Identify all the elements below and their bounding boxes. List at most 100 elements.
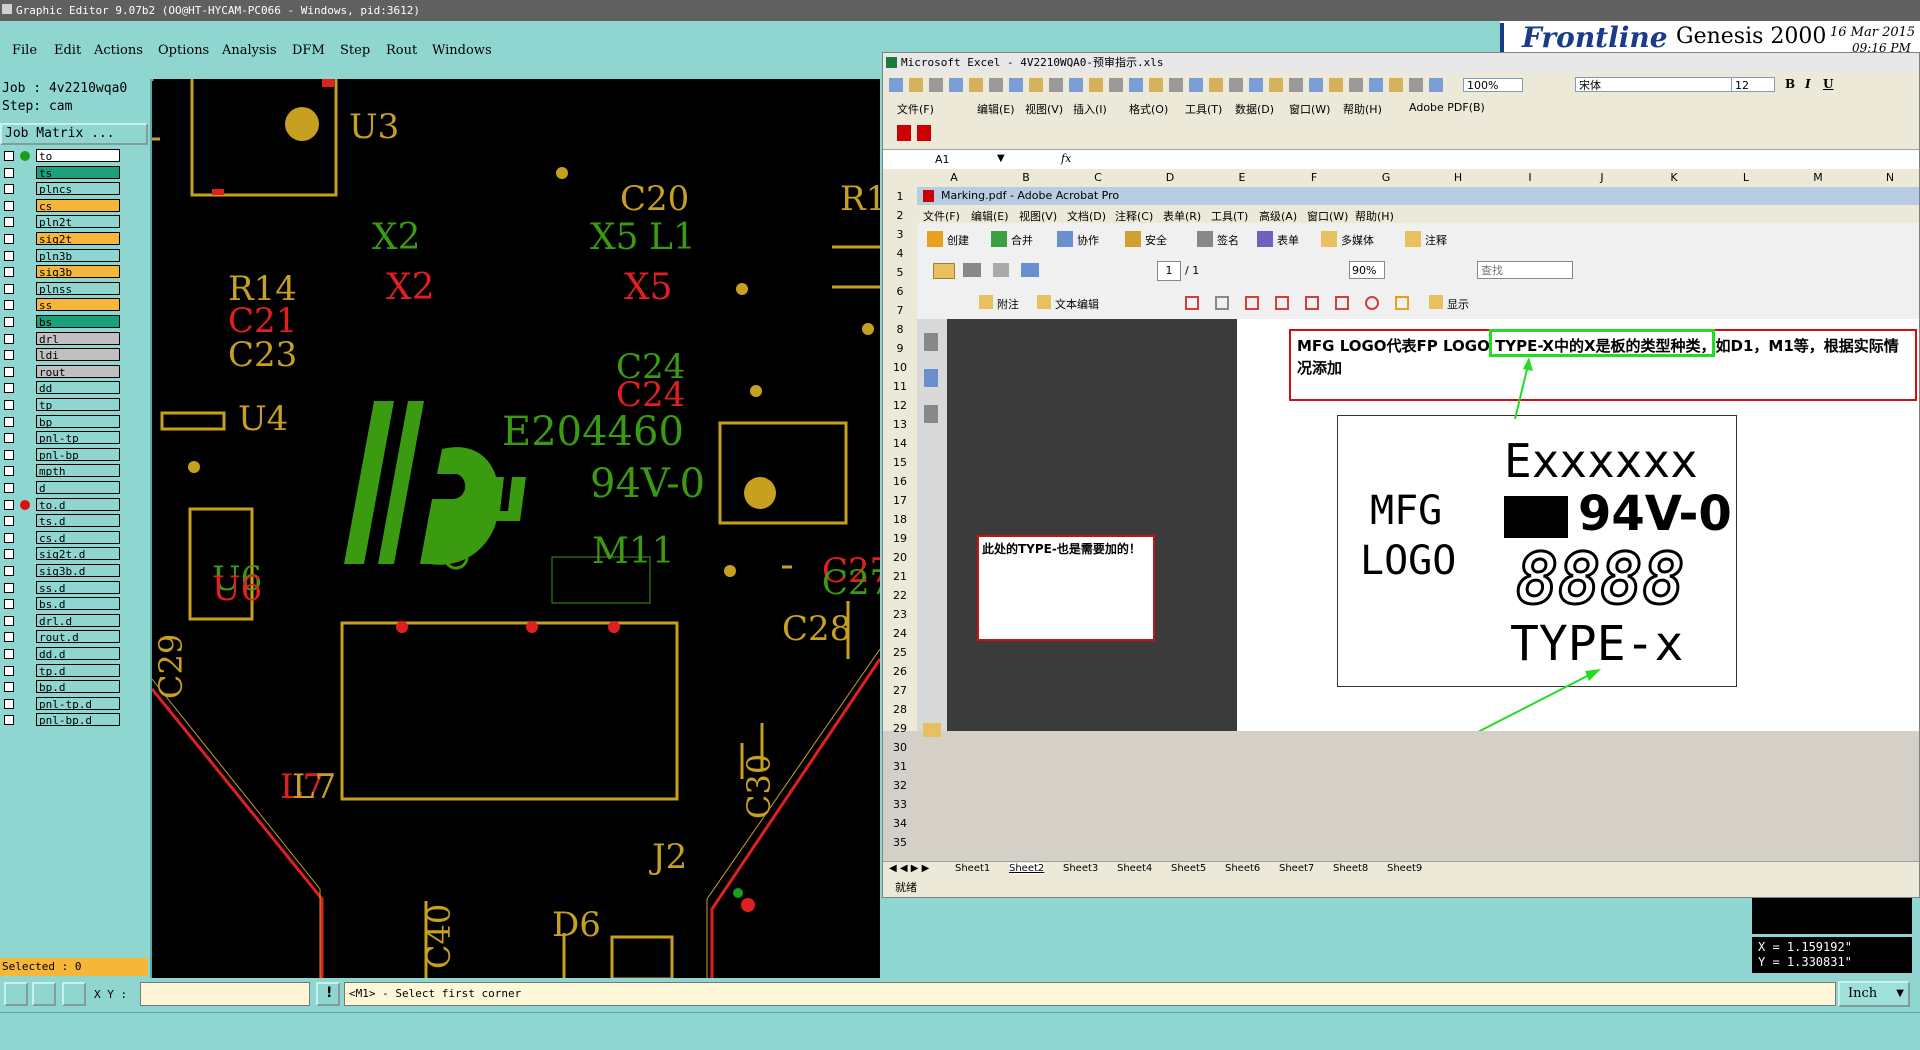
excel-toolbar-icon[interactable] xyxy=(1129,78,1143,92)
layer-name[interactable]: sig2t.d xyxy=(36,547,120,561)
column-header[interactable]: A xyxy=(919,171,989,184)
excel-toolbar-icon[interactable] xyxy=(1149,78,1163,92)
excel-toolbar-icon[interactable] xyxy=(889,78,903,92)
acrobat-task-button[interactable]: 表单 xyxy=(1277,232,1299,248)
layer-name[interactable]: pnl-tp.d xyxy=(36,696,120,711)
acrobat-menu-item[interactable]: 帮助(H) xyxy=(1355,208,1394,224)
drawing-tool-icon[interactable] xyxy=(1185,296,1199,310)
layer-checkbox[interactable] xyxy=(4,615,14,626)
excel-toolbar-icon[interactable] xyxy=(1369,78,1383,92)
layer-row[interactable]: pln3b xyxy=(2,248,120,263)
layer-checkbox[interactable] xyxy=(4,383,14,394)
layer-checkbox[interactable] xyxy=(4,267,14,278)
excel-menu-item[interactable]: 插入(I) xyxy=(1073,101,1107,117)
column-header[interactable]: H xyxy=(1423,171,1493,184)
layer-checkbox[interactable] xyxy=(4,532,14,543)
layer-row[interactable]: pln2t xyxy=(2,215,120,229)
excel-toolbar-icon[interactable] xyxy=(989,78,1003,92)
sheet-tab[interactable]: Sheet2 xyxy=(1009,863,1045,874)
row-header[interactable]: 33 xyxy=(883,795,917,814)
layer-checkbox[interactable] xyxy=(4,283,14,294)
row-header[interactable]: 14 xyxy=(883,434,917,453)
layer-row[interactable]: bp.d xyxy=(2,680,120,694)
excel-toolbar-icon[interactable] xyxy=(1069,78,1083,92)
column-header[interactable]: B xyxy=(991,171,1061,184)
layer-checkbox[interactable] xyxy=(4,715,14,726)
layer-checkbox[interactable] xyxy=(4,549,14,560)
layer-name[interactable]: pnl-bp xyxy=(36,447,120,462)
layer-name[interactable]: bs xyxy=(36,315,120,329)
drawing-tool-icon[interactable] xyxy=(1215,296,1229,310)
layer-row[interactable]: mpth xyxy=(2,464,120,478)
layer-checkbox[interactable] xyxy=(4,499,14,510)
excel-toolbar-icon[interactable] xyxy=(909,78,923,92)
zoom-fit-button[interactable] xyxy=(32,982,56,1006)
layer-row[interactable]: rout.d xyxy=(2,630,120,644)
sheet-tab[interactable]: Sheet5 xyxy=(1171,863,1206,874)
layer-name[interactable]: drl xyxy=(36,331,120,346)
excel-toolbar-icon[interactable] xyxy=(1249,78,1263,92)
layer-row[interactable]: pnl-tp.d xyxy=(2,696,120,711)
font-name-box[interactable]: 宋体 xyxy=(1575,77,1735,92)
excel-toolbar-icon[interactable] xyxy=(1029,78,1043,92)
acrobat-task-button[interactable]: 注释 xyxy=(1425,232,1447,248)
acrobat-menu-item[interactable]: 工具(T) xyxy=(1211,208,1248,224)
layer-name[interactable]: rout xyxy=(36,364,120,379)
open-folder-icon[interactable] xyxy=(933,263,955,279)
column-header[interactable]: F xyxy=(1279,171,1349,184)
zoom-window-button[interactable] xyxy=(4,982,28,1006)
excel-menu-item[interactable]: 文件(F) xyxy=(897,101,934,117)
row-header[interactable]: 31 xyxy=(883,757,917,776)
excel-toolbar-icon[interactable] xyxy=(1429,78,1443,92)
menu-edit[interactable]: Edit xyxy=(54,43,81,58)
sheet-tab[interactable]: Sheet1 xyxy=(955,863,990,874)
name-box[interactable]: A1 xyxy=(885,151,995,168)
pdf-mail-icon[interactable] xyxy=(917,125,931,141)
info-button[interactable]: ! xyxy=(316,982,340,1006)
row-header[interactable]: 9 xyxy=(883,339,917,358)
acrobat-menu-item[interactable]: 表单(R) xyxy=(1163,208,1201,224)
layer-row[interactable]: bs xyxy=(2,315,120,329)
column-header[interactable]: G xyxy=(1351,171,1421,184)
layer-row[interactable]: bp xyxy=(2,414,120,429)
row-header[interactable]: 34 xyxy=(883,814,917,833)
layer-name[interactable]: plnss xyxy=(36,281,120,296)
layer-checkbox[interactable] xyxy=(4,483,14,493)
xy-input[interactable] xyxy=(140,982,310,1006)
grid-button[interactable] xyxy=(62,982,86,1006)
column-header[interactable]: M xyxy=(1783,171,1853,184)
layer-checkbox[interactable] xyxy=(4,400,14,410)
underline-button[interactable]: U xyxy=(1823,77,1833,91)
excel-toolbar-icon[interactable] xyxy=(1089,78,1103,92)
job-matrix-button[interactable]: Job Matrix ... xyxy=(0,123,148,145)
row-header[interactable]: 28 xyxy=(883,700,917,719)
layer-checkbox[interactable] xyxy=(4,698,14,709)
column-header[interactable]: N xyxy=(1855,171,1919,184)
layer-name[interactable]: ldi xyxy=(36,348,120,362)
row-header[interactable]: 13 xyxy=(883,415,917,434)
column-header[interactable]: C xyxy=(1063,171,1133,184)
layer-name[interactable]: pnl-tp xyxy=(36,431,120,445)
page-number-input[interactable]: 1 xyxy=(1157,261,1181,281)
excel-toolbar-icon[interactable] xyxy=(1009,78,1023,92)
save-icon[interactable] xyxy=(993,263,1009,277)
layer-checkbox[interactable] xyxy=(4,582,14,593)
row-header[interactable]: 4 xyxy=(883,244,917,263)
layer-checkbox[interactable] xyxy=(4,665,14,676)
layer-checkbox[interactable] xyxy=(4,449,14,460)
acrobat-task-button[interactable]: 协作 xyxy=(1077,232,1099,248)
sheet-tab[interactable]: Sheet6 xyxy=(1225,863,1260,874)
layer-name[interactable]: cs xyxy=(36,198,120,213)
row-header[interactable]: 18 xyxy=(883,510,917,529)
layer-name[interactable]: ss xyxy=(36,298,120,312)
layer-name[interactable]: ts xyxy=(36,165,120,180)
layer-checkbox[interactable] xyxy=(4,632,14,643)
layer-checkbox[interactable] xyxy=(4,167,14,178)
layer-checkbox[interactable] xyxy=(4,516,14,527)
excel-menu-item[interactable]: Adobe PDF(B) xyxy=(1409,101,1485,114)
layer-row[interactable]: tp xyxy=(2,398,120,412)
row-header[interactable]: 6 xyxy=(883,282,917,301)
layer-checkbox[interactable] xyxy=(4,200,14,211)
pdf-icon[interactable] xyxy=(897,125,911,141)
acrobat-task-button[interactable]: 合并 xyxy=(1011,232,1033,248)
